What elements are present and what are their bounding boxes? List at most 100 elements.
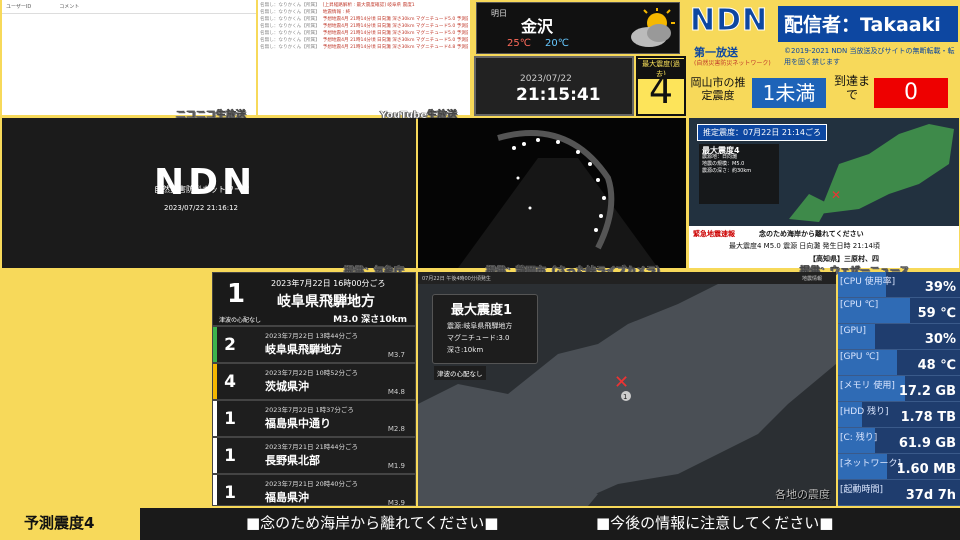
comment-user: 名無し：なりかくん【所属】 <box>260 3 320 8</box>
quake-scale: 1 <box>213 475 243 505</box>
comment-text: 予想地震4月 21時14分頃 日向灘 深さ30km マグニチュード4.8 予測震… <box>322 45 468 50</box>
comment-text: 地震情報 : 終 <box>322 10 351 15</box>
quake-magnitude: M3.0 深さ10km <box>333 315 407 325</box>
comment-text: 予想地震4月 21時14分頃 日向灘 深さ30km マグニチュード5.0 予測震… <box>322 17 468 22</box>
quake-time: 2023年7月21日 21時44分ごろ <box>265 443 359 451</box>
quake-item: 1 2023年7月21日 20時40分ごろ 福島県沖 M3.9 <box>213 475 415 506</box>
comment-text: 予想地震4月 21時14分頃 日向灘 深さ30km マグニチュード5.0 予測震… <box>322 31 468 36</box>
stat-value: 1.78 TB <box>900 410 956 425</box>
comment-row: 名無し：なりかくん【所属】 予想地震4月 21時14分頃 日向灘 深さ30km マ… <box>260 44 468 51</box>
map-depth: 深さ:10km <box>447 346 484 354</box>
comment-row: 名無し：なりかくん【所属】 予想地震4月 21時14分頃 日向灘 深さ30km マ… <box>260 16 468 23</box>
map-footer: 各地の震度 <box>775 488 830 501</box>
svg-text:1: 1 <box>623 393 627 401</box>
stat-label: [起動時間] <box>840 485 884 495</box>
quake-place: 茨城県沖 <box>265 380 309 393</box>
comment-user: 名無し：なりかくん【所属】 <box>260 45 320 50</box>
stat-value: 1.60 MB <box>896 462 956 477</box>
quake-place: 福島県中通り <box>265 417 331 430</box>
map-epicenter: 震源:岐阜県飛騨地方 <box>447 322 513 330</box>
stat-row: [C: 残り] 61.9 GB <box>838 428 960 454</box>
ticker-message-2: ■今後の情報に注意してください■ <box>596 514 834 532</box>
stat-value: 48 ℃ <box>917 358 956 373</box>
news-line: 震源地：日向灘 <box>702 154 738 160</box>
stat-label: [CPU 使用率] <box>840 277 896 287</box>
stat-row: [GPU] 30% <box>838 324 960 350</box>
col-user-header: ユーザーID <box>6 4 32 10</box>
ndn-logo: NDN <box>689 3 769 39</box>
estimated-intensity-label: 岡山市の推定震度 <box>690 76 746 102</box>
predicted-intensity-label: 予測震度4 <box>0 508 140 540</box>
map-tsunami-note: 津波の心配なし <box>434 366 486 380</box>
quake-time: 2023年7月22日 10時52分ごろ <box>265 369 359 377</box>
quake-scale: 1 <box>227 279 246 309</box>
map-max-intensity: 最大震度1 <box>451 303 513 318</box>
quake-item: 1 2023年7月22日 1時37分ごろ福島県中通り M2.8 <box>213 401 415 438</box>
quake-item: 1 2023年7月21日 21時44分ごろ 長野県北部 M1.9 <box>213 438 415 475</box>
quake-magnitude: M3.9 <box>387 499 405 506</box>
quake-magnitude: M3.7 <box>387 351 405 359</box>
ticker-message-1: ■念のため海岸から離れてください■ <box>246 514 499 532</box>
ndn-video-panel: NDN 自然災害防災ネットワーク 2023/07/22 21:16:12 <box>2 118 416 268</box>
live-camera-panel <box>418 118 686 268</box>
ndn-video-subtitle: 自然災害防災ネットワーク <box>154 185 250 194</box>
quake-magnitude: M2.8 <box>387 425 405 433</box>
quake-time: 2023年7月22日 1時37分ごろ <box>265 406 354 414</box>
max-intensity-panel: 最大震度(過去) 4 <box>636 56 686 116</box>
stat-label: [ネットワーク] <box>840 459 902 469</box>
svg-text:✕: ✕ <box>831 188 841 202</box>
stat-value: 17.2 GB <box>898 384 956 399</box>
col-comment-header: コメント <box>59 4 80 10</box>
weather-day: 明日 <box>491 9 507 18</box>
quake-scale: 2 <box>213 327 243 362</box>
quake-place: 長野県北部 <box>265 454 320 467</box>
quake-item: 2 2023年7月22日 13時44分ごろ 岐阜県飛騨地方 M3.7 <box>213 327 415 364</box>
quake-scale: 1 <box>213 401 243 436</box>
comment-user: 名無し：なりかくん【所属】 <box>260 24 320 29</box>
news-max-intensity: 最大震度4 <box>702 146 740 155</box>
stat-row: [CPU 使用率] 39% <box>838 272 960 298</box>
comment-row: 名無し：なりかくん【所属】 予想地震4月 21時14分頃 日向灘 深さ30km マ… <box>260 37 468 44</box>
clock-date: 2023/07/22 <box>520 74 572 84</box>
quake-history-list: 1 2023年7月22日 16時00分ごろ 岐阜県飛騨地方 津波の心配なし M3… <box>212 272 416 506</box>
comment-row: 名無し：なりかくん【所属】 予想地震4月 21時14分頃 日向灘 深さ30km マ… <box>260 30 468 37</box>
quake-item: 4 2023年7月22日 10時52分ごろ 茨城県沖 M4.8 <box>213 364 415 401</box>
weather-panel: 明日 金沢 25℃ 20℃ <box>476 2 680 54</box>
broadcast-header: NDN 配信者：Takaaki 第一放送 (自然災害防災ネットワーク) ©201… <box>688 0 960 116</box>
quake-time: 2023年7月22日 13時44分ごろ <box>265 332 359 340</box>
clock-time: 21:15:41 <box>516 85 601 105</box>
quake-scale: 4 <box>213 364 243 399</box>
comment-user: 名無し：なりかくん【所属】 <box>260 31 320 36</box>
stat-row: [HDD 残り] 1.78 TB <box>838 402 960 428</box>
news-warn-detail: 最大震度4 M5.0 震源 日向灘 発生日時 21:14頃 <box>729 242 880 250</box>
stat-row: [起動時間] 37d 7h <box>838 480 960 506</box>
comment-row: 名無し：なりかくん【所属】 地震情報 : 終 <box>260 9 468 16</box>
quake-place: 福島県沖 <box>265 491 309 504</box>
news-eew-title: 推定震度：07月22日 21:14ごろ <box>697 124 827 141</box>
stat-row: [ネットワーク] 1.60 MB <box>838 454 960 480</box>
news-line: 震源の深さ：約30km <box>702 168 752 174</box>
estimated-intensity-value: 1未満 <box>752 78 826 108</box>
clock-panel: 2023/07/22 21:15:41 <box>474 56 634 116</box>
ndn-video-timestamp: 2023/07/22 21:16:12 <box>164 204 239 212</box>
stat-value: 30% <box>924 332 956 347</box>
max-intensity-value: 4 <box>648 68 674 112</box>
stat-label: [HDD 残り] <box>840 407 889 417</box>
weather-city: 金沢 <box>521 17 554 36</box>
niconico-comment-panel: ユーザーID コメント <box>2 0 256 115</box>
arrival-label: 到達まで <box>833 74 870 102</box>
stat-row: [GPU ℃] 48 ℃ <box>838 350 960 376</box>
comment-text: 予想地震4月 21時14分頃 日向灘 深さ30km マグニチュード5.0 予測震… <box>322 24 468 29</box>
comment-text: [上昇経路解析 : 最大震度確認] 岐阜県 震度1 <box>322 3 415 8</box>
comment-row: 名無し：なりかくん【所属】 [上昇経路解析 : 最大震度確認] 岐阜県 震度1 <box>260 2 468 9</box>
map-magnitude: マグニチュード:3.0 <box>447 334 510 342</box>
stat-label: [メモリ 使用] <box>840 381 895 391</box>
map-legend: 地震情報 <box>801 276 822 282</box>
latest-quake-item: 1 2023年7月22日 16時00分ごろ 岐阜県飛騨地方 津波の心配なし M3… <box>213 273 415 327</box>
stat-value: 61.9 GB <box>898 436 956 451</box>
comment-user: 名無し：なりかくん【所属】 <box>260 38 320 43</box>
svg-text:✕: ✕ <box>614 372 629 393</box>
weather-high: 25℃ <box>507 38 531 49</box>
quake-magnitude: M1.9 <box>387 462 405 470</box>
caster-name: 配信者：Takaaki <box>778 6 958 42</box>
